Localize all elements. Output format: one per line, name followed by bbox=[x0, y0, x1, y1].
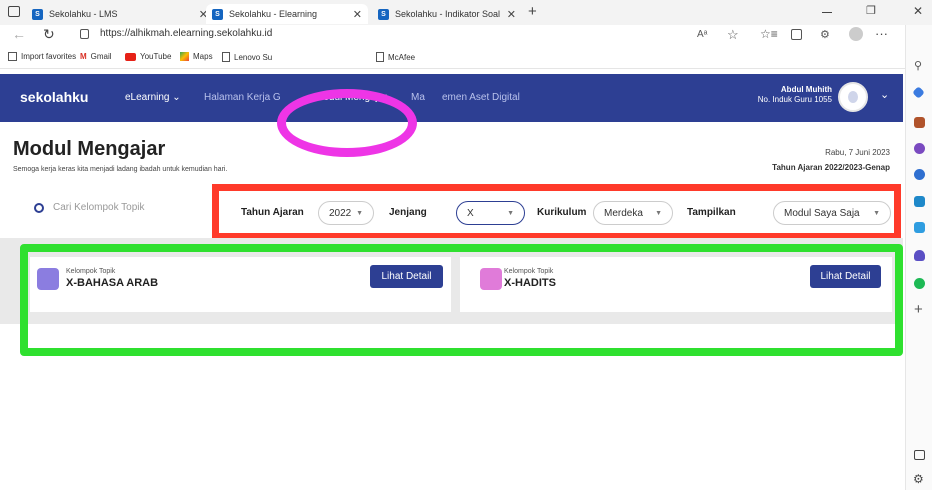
spotify-icon[interactable] bbox=[914, 278, 925, 289]
nav-manajemen-aset-part1[interactable]: Ma bbox=[411, 92, 425, 103]
favorite-gmail[interactable]: M Gmail bbox=[80, 52, 112, 61]
maps-icon bbox=[180, 52, 189, 61]
page-date: Rabu, 7 Juni 2023 bbox=[825, 148, 890, 157]
search-input[interactable]: Cari Kelompok Topik bbox=[53, 202, 145, 213]
back-icon[interactable]: ← bbox=[12, 26, 26, 42]
page-icon bbox=[376, 52, 384, 62]
highlight-ellipse bbox=[277, 89, 417, 157]
search-icon bbox=[34, 202, 44, 213]
tab-actions-icon[interactable] bbox=[8, 6, 20, 17]
tab-title: Sekolahku - Indikator Soal bbox=[395, 9, 501, 19]
close-icon[interactable]: ✕ bbox=[353, 8, 362, 21]
academic-year: Tahun Ajaran 2022/2023-Genap bbox=[772, 163, 890, 172]
avatar-figure bbox=[848, 91, 858, 103]
drop-icon[interactable] bbox=[914, 250, 925, 261]
favorite-star-icon[interactable]: ☆ bbox=[727, 27, 739, 43]
url-field[interactable]: https://alhikmah.elearning.sekolahku.id bbox=[100, 28, 272, 39]
page-icon bbox=[222, 52, 230, 62]
people-icon[interactable] bbox=[914, 143, 925, 154]
tools-briefcase-icon[interactable] bbox=[914, 117, 925, 128]
sekolahku-favicon: S bbox=[32, 8, 43, 20]
tab-elearning[interactable]: S Sekolahku - Elearning ✕ bbox=[206, 4, 368, 24]
favorite-mcafee[interactable]: McAfee bbox=[376, 52, 415, 62]
office-icon[interactable] bbox=[914, 196, 925, 207]
split-screen-icon[interactable] bbox=[914, 450, 925, 460]
tab-indikator-soal[interactable]: S Sekolahku - Indikator Soal ✕ bbox=[372, 4, 522, 24]
nav-halaman-kerja[interactable]: Halaman Kerja G bbox=[204, 92, 281, 103]
favorite-maps[interactable]: Maps bbox=[180, 52, 213, 61]
search-group[interactable]: Cari Kelompok Topik bbox=[34, 202, 145, 213]
favorites-bar: Import favorites M Gmail YouTube Maps Le… bbox=[0, 47, 932, 69]
shopping-tag-icon[interactable] bbox=[912, 86, 925, 99]
search-icon[interactable]: ⚲ bbox=[914, 59, 922, 72]
import-icon bbox=[8, 52, 17, 61]
tab-lms[interactable]: S Sekolahku - LMS ✕ bbox=[26, 4, 214, 24]
more-menu-icon[interactable]: ··· bbox=[875, 26, 888, 41]
chevron-down-icon[interactable]: ⌄ bbox=[880, 88, 889, 101]
user-avatar[interactable] bbox=[838, 82, 868, 112]
refresh-icon[interactable]: ↻ bbox=[43, 26, 55, 43]
browser-sidebar: ⚲ + ⚙ bbox=[905, 25, 932, 490]
sekolahku-logo[interactable]: sekolahku bbox=[20, 89, 88, 105]
favorite-youtube[interactable]: YouTube bbox=[125, 52, 171, 61]
collections-icon[interactable] bbox=[791, 29, 802, 40]
lock-icon bbox=[80, 29, 89, 39]
settings-gear-icon[interactable]: ⚙ bbox=[913, 472, 924, 486]
sekolahku-favicon: S bbox=[212, 8, 223, 20]
restore-icon[interactable]: ❐ bbox=[866, 4, 876, 17]
tab-title: Sekolahku - LMS bbox=[49, 9, 118, 19]
favorite-lenovo[interactable]: Lenovo Su bbox=[222, 52, 272, 62]
user-name: Abdul Muhith bbox=[780, 85, 832, 94]
sekolahku-favicon: S bbox=[378, 8, 389, 20]
close-window-icon[interactable]: ✕ bbox=[913, 4, 923, 18]
favorite-import[interactable]: Import favorites bbox=[8, 52, 76, 61]
outlook-icon[interactable] bbox=[914, 222, 925, 233]
chevron-down-icon: ⌄ bbox=[172, 92, 181, 103]
read-aloud-icon[interactable]: Aᵃ bbox=[697, 29, 707, 40]
profile-avatar-icon[interactable] bbox=[849, 27, 863, 41]
nav-elearning[interactable]: eLearning ⌄ bbox=[125, 92, 181, 103]
games-icon[interactable] bbox=[914, 169, 925, 180]
browser-tab-strip: S Sekolahku - LMS ✕ S Sekolahku - Elearn… bbox=[0, 0, 932, 25]
extension-icon[interactable]: ⚙ bbox=[820, 28, 830, 41]
close-icon[interactable]: ✕ bbox=[507, 8, 516, 21]
address-bar-row: ← ↻ https://alhikmah.elearning.sekolahku… bbox=[0, 25, 932, 47]
highlight-rectangle-red bbox=[212, 184, 901, 240]
page-subtitle: Semoga kerja keras kita menjadi ladang i… bbox=[13, 166, 228, 173]
user-id: No. Induk Guru 1055 bbox=[757, 95, 832, 104]
tab-title: Sekolahku - Elearning bbox=[229, 9, 318, 19]
gmail-icon: M bbox=[80, 52, 87, 61]
new-tab-button[interactable]: + bbox=[528, 3, 537, 20]
highlight-rectangle-green bbox=[20, 244, 903, 356]
minimize-icon[interactable] bbox=[822, 12, 832, 13]
youtube-icon bbox=[125, 52, 136, 61]
add-icon[interactable]: + bbox=[914, 301, 923, 318]
nav-manajemen-aset-part2[interactable]: emen Aset Digital bbox=[442, 92, 520, 103]
favorites-list-icon[interactable]: ☆≡ bbox=[760, 27, 778, 41]
page-title: Modul Mengajar bbox=[13, 138, 166, 160]
app-navbar: sekolahku eLearning ⌄ Halaman Kerja G Mo… bbox=[0, 74, 903, 122]
